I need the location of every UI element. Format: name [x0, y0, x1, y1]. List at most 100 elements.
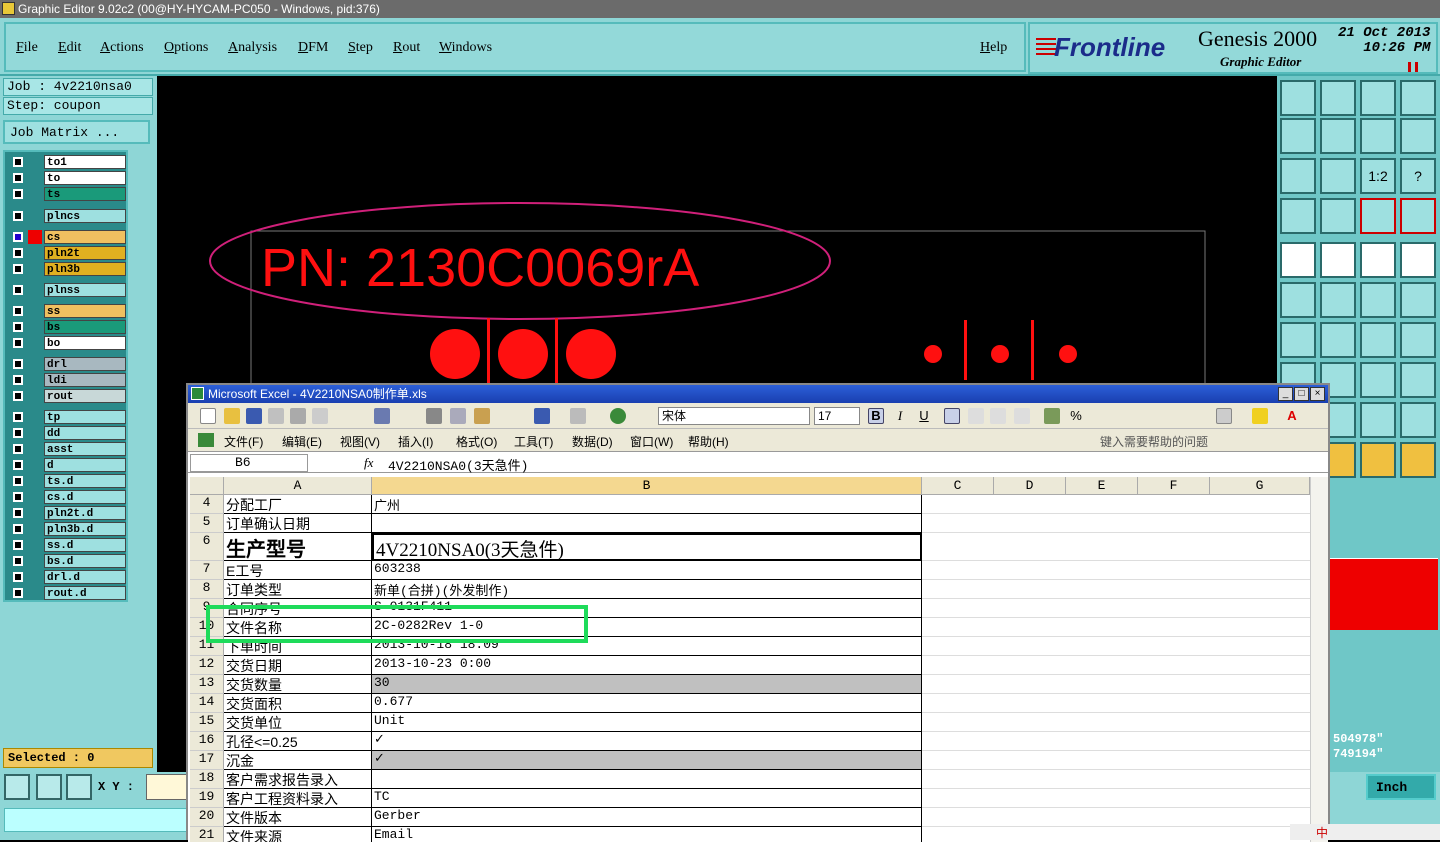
layer-checkbox[interactable]	[13, 412, 23, 422]
layer-name[interactable]: to1	[44, 155, 126, 169]
layer-name[interactable]: asst	[44, 442, 126, 456]
snap-red2-icon[interactable]	[1400, 198, 1436, 234]
layer-name[interactable]: drl.d	[44, 570, 126, 584]
pad-icon[interactable]	[1280, 242, 1316, 278]
snap-red-icon[interactable]	[1360, 198, 1396, 234]
layer-checkbox[interactable]	[13, 524, 23, 534]
arc-icon[interactable]	[1360, 322, 1396, 358]
minimize-icon[interactable]: _	[1278, 387, 1293, 401]
layer-name[interactable]: rout.d	[44, 586, 126, 600]
layer-row[interactable]: rout	[8, 389, 126, 403]
cell-a[interactable]: 交货面积	[224, 694, 372, 713]
layer-row[interactable]: bs.d	[8, 554, 126, 568]
group-icon[interactable]	[1400, 362, 1436, 398]
grid-icon[interactable]	[1320, 198, 1356, 234]
layer-checkbox[interactable]	[13, 556, 23, 566]
col-header[interactable]: A	[224, 477, 372, 495]
col-header[interactable]: B	[372, 477, 922, 495]
layer-row[interactable]: tp	[8, 410, 126, 424]
menu-edit[interactable]: Edit	[58, 40, 81, 56]
empty-cells[interactable]	[922, 561, 1310, 580]
layer-checkbox[interactable]	[13, 460, 23, 470]
empty-cells[interactable]	[922, 514, 1310, 533]
cell-b[interactable]: 30	[372, 675, 922, 694]
col-header[interactable]: F	[1138, 477, 1210, 495]
excel-menu-file[interactable]: 文件(F)	[224, 433, 263, 450]
col-header[interactable]: G	[1210, 477, 1310, 495]
layer-checkbox[interactable]	[13, 540, 23, 550]
empty-cells[interactable]	[922, 808, 1310, 827]
layer-row[interactable]: ss	[8, 304, 126, 318]
expand-icon[interactable]	[1360, 362, 1396, 398]
bold-icon[interactable]: B	[868, 408, 884, 424]
layer-name[interactable]: dd	[44, 426, 126, 440]
center-icon[interactable]	[1320, 158, 1356, 194]
work-layer-icon[interactable]	[1280, 80, 1316, 116]
zoom-box-icon[interactable]	[4, 774, 30, 800]
angle-icon[interactable]	[1280, 322, 1316, 358]
layer-row[interactable]: pln2t	[8, 246, 126, 260]
layer-name[interactable]: ts	[44, 187, 126, 201]
ruler-icon[interactable]	[1360, 242, 1396, 278]
maximize-icon[interactable]: □	[1294, 387, 1309, 401]
italic-icon[interactable]: I	[892, 408, 908, 424]
cell-a[interactable]: 交货单位	[224, 713, 372, 732]
formula-input[interactable]: 4V2210NSA0(3天急件)	[388, 455, 528, 474]
empty-cells[interactable]	[922, 694, 1310, 713]
empty-cells[interactable]	[922, 618, 1310, 637]
layer-row[interactable]: ts.d	[8, 474, 126, 488]
help-search-input[interactable]: 键入需要帮助的问题	[1100, 433, 1208, 450]
cell-b[interactable]	[372, 514, 922, 533]
layer-row[interactable]: ss.d	[8, 538, 126, 552]
layer-name[interactable]: pln3b	[44, 262, 126, 276]
layer-name[interactable]: cs.d	[44, 490, 126, 504]
layer-row[interactable]: ts	[8, 187, 126, 201]
redo-icon[interactable]	[570, 408, 586, 424]
layer-checkbox[interactable]	[13, 428, 23, 438]
cell-b[interactable]: Gerber	[372, 808, 922, 827]
menu-help[interactable]: Help	[980, 40, 1007, 56]
layer-name[interactable]: ts.d	[44, 474, 126, 488]
excel-menu-insert[interactable]: 插入(I)	[398, 433, 433, 450]
align-center-icon[interactable]	[968, 408, 984, 424]
col-header[interactable]: E	[1066, 477, 1138, 495]
swap-icon[interactable]	[1360, 118, 1396, 154]
route-icon[interactable]	[1400, 118, 1436, 154]
cell-b[interactable]	[372, 770, 922, 789]
open-icon[interactable]	[224, 408, 240, 424]
layer-row[interactable]: plnss	[8, 283, 126, 297]
excel-menu-tools[interactable]: 工具(T)	[514, 433, 553, 450]
cell-a[interactable]: 沉金	[224, 751, 372, 770]
layer-row[interactable]: drl.d	[8, 570, 126, 584]
layer-row[interactable]: pln2t.d	[8, 506, 126, 520]
menu-step[interactable]: Step	[348, 40, 373, 56]
layer-checkbox[interactable]	[13, 492, 23, 502]
row-number[interactable]: 8	[190, 580, 224, 599]
layer-row[interactable]: plncs	[8, 209, 126, 223]
layer-checkbox[interactable]	[13, 189, 23, 199]
layer-checkbox[interactable]	[13, 173, 23, 183]
cell-a[interactable]: E工号	[224, 561, 372, 580]
layer-row[interactable]: bo	[8, 336, 126, 350]
row-number[interactable]: 19	[190, 789, 224, 808]
layer-checkbox[interactable]	[13, 588, 23, 598]
cell-b[interactable]: 2013-10-23 0:00	[372, 656, 922, 675]
xy-input[interactable]	[146, 774, 188, 800]
layer-row[interactable]: ldi	[8, 373, 126, 387]
row-number[interactable]: 5	[190, 514, 224, 533]
window-icon[interactable]	[1400, 80, 1436, 116]
percent-icon[interactable]: %	[1068, 408, 1084, 424]
fx-icon[interactable]: fx	[364, 455, 373, 471]
layer-row[interactable]: rout.d	[8, 586, 126, 600]
currency-icon[interactable]	[1044, 408, 1060, 424]
layer-checkbox[interactable]	[13, 322, 23, 332]
layer-checkbox[interactable]	[13, 476, 23, 486]
font-size-select[interactable]: 17	[814, 407, 860, 425]
excel-menu-format[interactable]: 格式(O)	[456, 433, 497, 450]
align-left-icon[interactable]	[944, 408, 960, 424]
menu-dfm[interactable]: DFM	[298, 40, 328, 56]
cross-icon[interactable]	[1320, 282, 1356, 318]
layer-checkbox[interactable]	[13, 211, 23, 221]
layer-name[interactable]: pln3b.d	[44, 522, 126, 536]
layer-row[interactable]: bs	[8, 320, 126, 334]
